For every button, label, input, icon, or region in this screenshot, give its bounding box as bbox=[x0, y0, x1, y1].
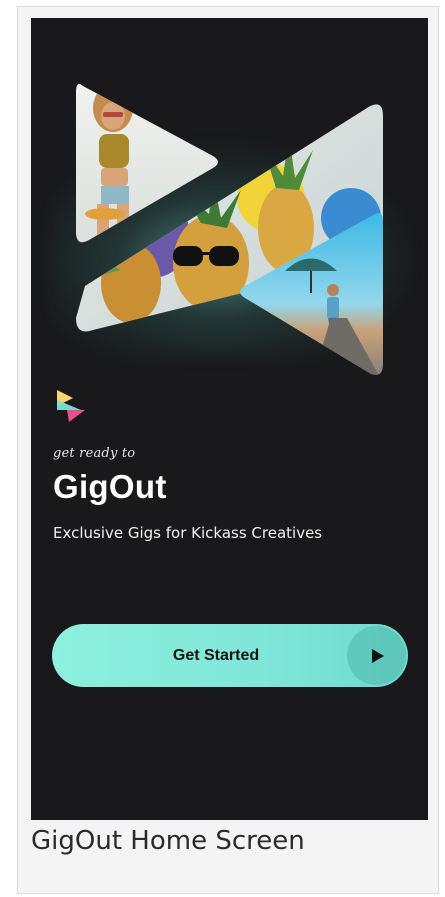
screenshot-caption: GigOut Home Screen bbox=[31, 826, 305, 856]
get-started-label: Get Started bbox=[172, 646, 260, 664]
brand-title: GigOut bbox=[53, 468, 167, 505]
hero-collage bbox=[76, 84, 383, 375]
get-started-button[interactable]: Get Started bbox=[52, 624, 408, 687]
tagline: get ready to bbox=[53, 446, 136, 461]
phone-screen: get ready to GigOut Exclusive Gigs for K… bbox=[31, 18, 428, 820]
play-icon bbox=[347, 626, 406, 685]
gigout-logo-icon bbox=[57, 390, 85, 422]
subtitle: Exclusive Gigs for Kickass Creatives bbox=[53, 524, 323, 542]
